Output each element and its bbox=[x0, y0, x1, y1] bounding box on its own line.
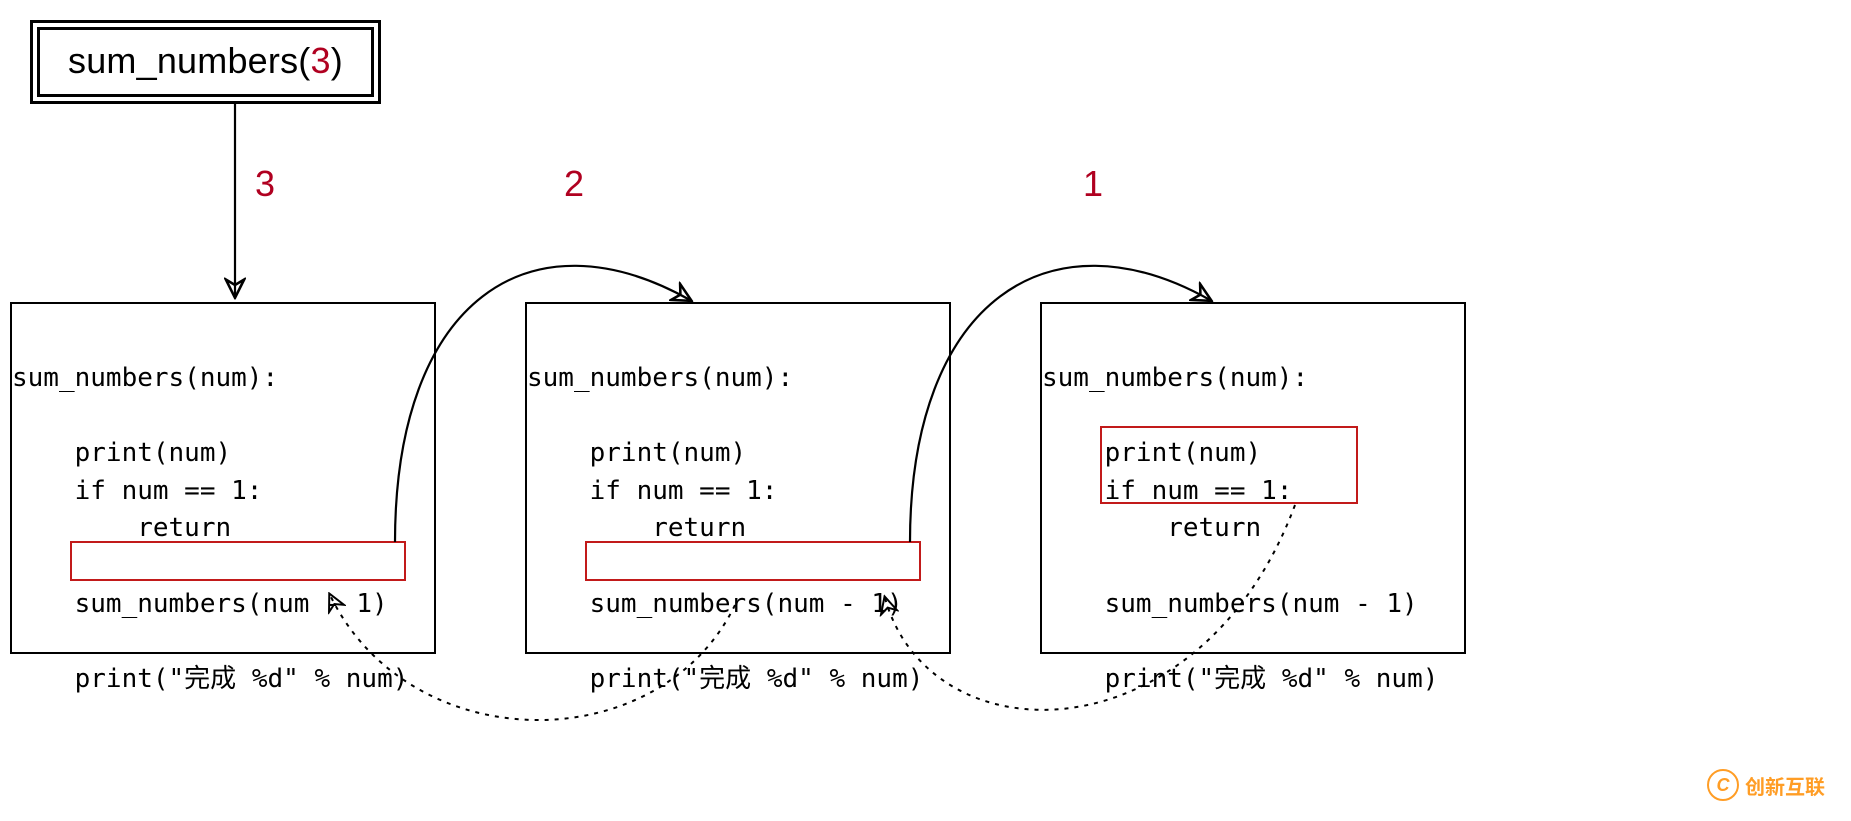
frame-call-1: sum_numbers(num): print(num) if num == 1… bbox=[1040, 302, 1466, 654]
code-recursive-call: sum_numbers(num - 1) bbox=[1042, 589, 1418, 619]
step-label-3: 3 bbox=[255, 163, 275, 205]
frame-call-3: sum_numbers(num): print(num) if num == 1… bbox=[10, 302, 436, 654]
entry-fn-name: sum_numbers bbox=[68, 40, 298, 81]
highlight-recursive-call bbox=[585, 541, 921, 581]
open-paren: ( bbox=[298, 40, 310, 81]
code-return: return bbox=[527, 513, 746, 543]
code-if: if num == 1: bbox=[527, 476, 777, 506]
step-label-1: 1 bbox=[1083, 163, 1103, 205]
frame-call-2: sum_numbers(num): print(num) if num == 1… bbox=[525, 302, 951, 654]
code-sig: sum_numbers(num): bbox=[527, 363, 793, 393]
close-paren: ) bbox=[331, 40, 343, 81]
entry-arg: 3 bbox=[311, 40, 331, 81]
entry-call-box: sum_numbers(3) bbox=[30, 20, 381, 104]
code-print: print(num) bbox=[12, 438, 231, 468]
code-if: if num == 1: bbox=[12, 476, 262, 506]
highlight-recursive-call bbox=[70, 541, 406, 581]
watermark: C 创新互联 bbox=[1707, 769, 1825, 801]
code-print2: print("完成 %d" % num) bbox=[527, 664, 923, 694]
code-print2: print("完成 %d" % num) bbox=[1042, 664, 1438, 694]
watermark-text: 创新互联 bbox=[1745, 771, 1825, 800]
highlight-base-case bbox=[1100, 426, 1358, 504]
code-return: return bbox=[12, 513, 231, 543]
code-recursive-call: sum_numbers(num - 1) bbox=[12, 589, 388, 619]
code-print: print(num) bbox=[527, 438, 746, 468]
code-sig: sum_numbers(num): bbox=[1042, 363, 1308, 393]
code-sig: sum_numbers(num): bbox=[12, 363, 278, 393]
watermark-icon: C bbox=[1707, 769, 1739, 801]
step-label-2: 2 bbox=[564, 163, 584, 205]
entry-call-inner: sum_numbers(3) bbox=[37, 27, 374, 97]
code-recursive-call: sum_numbers(num - 1) bbox=[527, 589, 903, 619]
code-print2: print("完成 %d" % num) bbox=[12, 664, 408, 694]
code-return: return bbox=[1042, 513, 1261, 543]
watermark-icon-letter: C bbox=[1717, 775, 1730, 796]
